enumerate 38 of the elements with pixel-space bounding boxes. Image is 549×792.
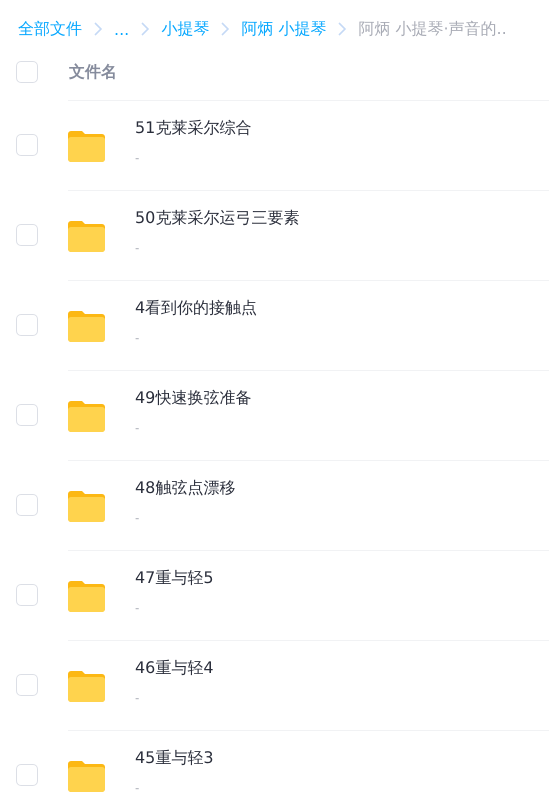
folder-icon <box>68 219 105 252</box>
checkbox[interactable] <box>16 224 38 246</box>
file-name[interactable]: 49快速换弦准备 <box>135 388 252 409</box>
chevron-right-icon <box>140 21 150 37</box>
folder-icon <box>68 579 105 612</box>
file-meta: - <box>135 691 140 705</box>
folder-icon <box>68 489 105 522</box>
file-meta: - <box>135 151 140 165</box>
file-meta: - <box>135 601 140 615</box>
file-name[interactable]: 47重与轻5 <box>135 568 214 589</box>
folder-icon <box>68 309 105 342</box>
folder-icon <box>68 759 105 792</box>
checkbox[interactable] <box>16 494 38 516</box>
checkbox[interactable] <box>16 134 38 156</box>
chevron-right-icon <box>220 21 230 37</box>
folder-icon <box>68 669 105 702</box>
checkbox[interactable] <box>16 404 38 426</box>
column-header: 文件名 <box>69 62 117 82</box>
file-name[interactable]: 4看到你的接触点 <box>135 298 258 319</box>
file-name[interactable]: 50克莱采尔运弓三要素 <box>135 208 300 229</box>
file-meta: - <box>135 331 140 345</box>
file-name[interactable]: 51克莱采尔综合 <box>135 118 252 139</box>
file-meta: - <box>135 511 140 525</box>
checkbox[interactable] <box>16 61 38 83</box>
chevron-right-icon <box>93 21 103 37</box>
file-name[interactable]: 45重与轻3 <box>135 748 214 769</box>
file-name[interactable]: 48触弦点漂移 <box>135 478 236 499</box>
checkbox[interactable] <box>16 674 38 696</box>
file-meta: - <box>135 241 140 255</box>
file-meta: - <box>135 781 140 792</box>
checkbox[interactable] <box>16 764 38 786</box>
file-meta: - <box>135 421 140 435</box>
chevron-right-icon <box>337 21 348 37</box>
checkbox[interactable] <box>16 584 38 606</box>
file-name[interactable]: 46重与轻4 <box>135 658 214 679</box>
folder-icon <box>68 399 105 432</box>
checkbox[interactable] <box>16 314 38 336</box>
folder-icon <box>68 129 105 162</box>
